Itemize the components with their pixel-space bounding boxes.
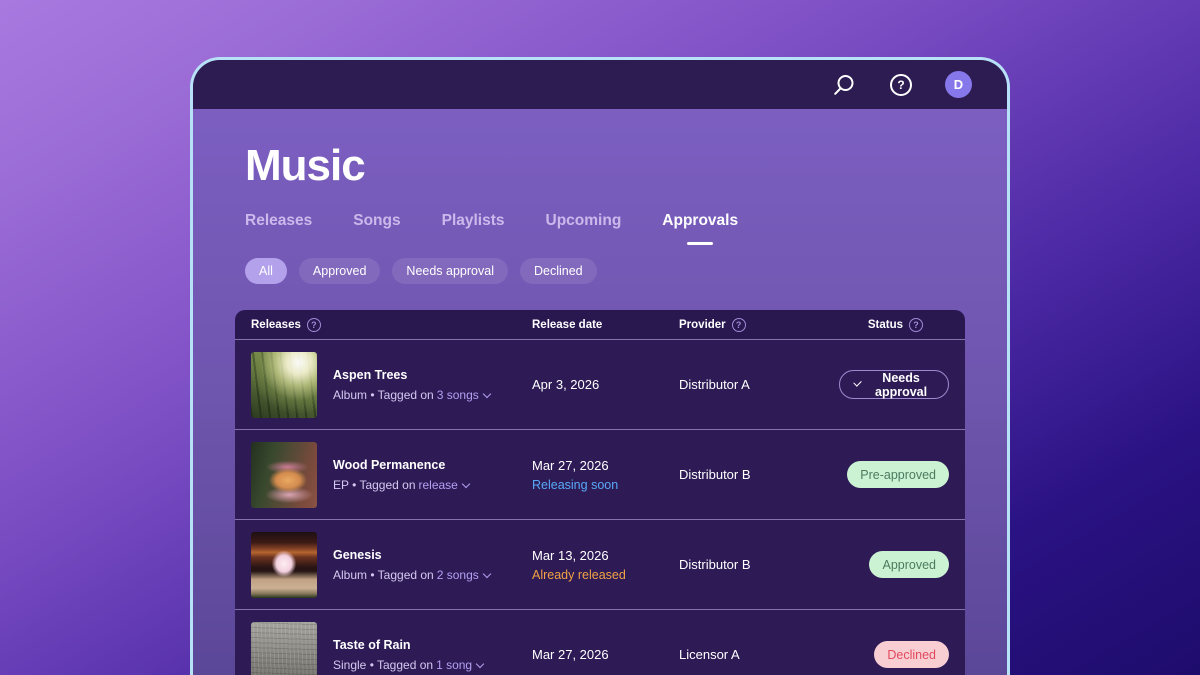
table-row: Wood Permanence EP • Tagged onrelease Ma… (235, 429, 965, 519)
release-cell: Aspen Trees Album • Tagged on3 songs (251, 352, 532, 418)
album-art (251, 442, 317, 508)
release-date-cell: Apr 3, 2026 (532, 377, 679, 392)
filter-chip-all[interactable]: All (245, 258, 287, 284)
album-art (251, 622, 317, 675)
release-subtitle-prefix: Album • Tagged on (333, 568, 434, 582)
column-header-provider-label: Provider (679, 319, 726, 331)
album-art (251, 532, 317, 598)
provider-help-icon[interactable]: ? (732, 318, 746, 332)
chevron-down-icon (483, 569, 491, 577)
search-icon[interactable] (831, 72, 857, 98)
release-date: Mar 13, 2026 (532, 548, 679, 563)
release-cell: Genesis Album • Tagged on2 songs (251, 532, 532, 598)
status-cell: Needs approval (839, 370, 949, 399)
release-date: Mar 27, 2026 (532, 647, 679, 662)
release-date-cell: Mar 27, 2026 (532, 647, 679, 662)
tab-playlists[interactable]: Playlists (442, 212, 505, 245)
page-header: Music Releases Songs Playlists Upcoming … (193, 141, 1007, 284)
tagged-song-link[interactable]: 1 song (436, 658, 483, 672)
release-date-cell: Mar 27, 2026 Releasing soon (532, 458, 679, 492)
release-info: Wood Permanence EP • Tagged onrelease (333, 458, 469, 492)
tab-bar: Releases Songs Playlists Upcoming Approv… (245, 212, 955, 245)
tab-approvals[interactable]: Approvals (662, 212, 738, 245)
release-info: Aspen Trees Album • Tagged on3 songs (333, 368, 490, 402)
tab-songs[interactable]: Songs (353, 212, 400, 245)
status-cell: Approved (839, 551, 949, 578)
filter-chip-approved[interactable]: Approved (299, 258, 381, 284)
help-icon-glyph: ? (890, 74, 912, 96)
release-cell: Taste of Rain Single • Tagged on1 song (251, 622, 532, 675)
tagged-songs-link[interactable]: 2 songs (437, 568, 490, 582)
release-date-note: Already released (532, 568, 679, 582)
needs-approval-button-label: Needs approval (869, 371, 933, 399)
table-row: Taste of Rain Single • Tagged on1 song M… (235, 609, 965, 675)
chevron-down-icon (853, 378, 862, 387)
release-date-note: Releasing soon (532, 478, 679, 492)
search-icon-glyph (832, 73, 856, 97)
table-row: Aspen Trees Album • Tagged on3 songs Apr… (235, 339, 965, 429)
status-badge: Approved (869, 551, 949, 578)
status-help-icon[interactable]: ? (909, 318, 923, 332)
page-title: Music (245, 141, 955, 191)
avatar[interactable]: D (945, 71, 972, 98)
release-cell: Wood Permanence EP • Tagged onrelease (251, 442, 532, 508)
release-subtitle: Album • Tagged on2 songs (333, 568, 490, 582)
release-subtitle-prefix: Album • Tagged on (333, 388, 434, 402)
release-subtitle-prefix: EP • Tagged on (333, 478, 416, 492)
chevron-down-icon (476, 659, 484, 667)
release-subtitle: EP • Tagged onrelease (333, 478, 469, 492)
release-date: Apr 3, 2026 (532, 377, 679, 392)
tab-upcoming[interactable]: Upcoming (546, 212, 622, 245)
status-cell: Declined (839, 641, 949, 668)
tagged-songs-link[interactable]: 3 songs (437, 388, 490, 402)
chevron-down-icon (462, 479, 470, 487)
column-header-status: Status ? (839, 318, 949, 332)
tab-releases[interactable]: Releases (245, 212, 312, 245)
needs-approval-button[interactable]: Needs approval (839, 370, 949, 399)
desktop-background: { "topbar": { "avatar_initial": "D", "he… (0, 0, 1200, 675)
column-header-provider: Provider ? (679, 318, 839, 332)
filter-chip-bar: All Approved Needs approval Declined (245, 258, 955, 284)
release-title: Aspen Trees (333, 368, 490, 382)
album-art (251, 352, 317, 418)
release-subtitle: Album • Tagged on3 songs (333, 388, 490, 402)
status-badge: Pre-approved (847, 461, 949, 488)
release-subtitle: Single • Tagged on1 song (333, 658, 483, 672)
table-header: Releases ? Release date Provider ? Statu… (235, 310, 965, 339)
table-row: Genesis Album • Tagged on2 songs Mar 13,… (235, 519, 965, 609)
release-title: Genesis (333, 548, 490, 562)
provider-cell: Licensor A (679, 647, 839, 662)
column-header-release-date: Release date (532, 319, 679, 331)
provider-cell: Distributor A (679, 377, 839, 392)
filter-chip-needs-approval[interactable]: Needs approval (392, 258, 508, 284)
status-badge: Declined (874, 641, 949, 668)
provider-cell: Distributor B (679, 557, 839, 572)
column-header-releases-label: Releases (251, 319, 301, 331)
tagged-release-link[interactable]: release (419, 478, 469, 492)
release-info: Taste of Rain Single • Tagged on1 song (333, 638, 483, 672)
approvals-table: Releases ? Release date Provider ? Statu… (235, 310, 965, 675)
status-cell: Pre-approved (839, 461, 949, 488)
chevron-down-icon (483, 389, 491, 397)
help-icon[interactable]: ? (888, 72, 914, 98)
release-date: Mar 27, 2026 (532, 458, 679, 473)
releases-help-icon[interactable]: ? (307, 318, 321, 332)
release-date-cell: Mar 13, 2026 Already released (532, 548, 679, 582)
provider-cell: Distributor B (679, 467, 839, 482)
column-header-status-label: Status (868, 319, 903, 331)
filter-chip-declined[interactable]: Declined (520, 258, 597, 284)
release-subtitle-prefix: Single • Tagged on (333, 658, 433, 672)
column-header-release-date-label: Release date (532, 319, 602, 331)
app-window: ? D Music Releases Songs Playlists Upcom… (190, 57, 1010, 675)
column-header-releases: Releases ? (251, 318, 532, 332)
release-title: Taste of Rain (333, 638, 483, 652)
release-title: Wood Permanence (333, 458, 469, 472)
release-info: Genesis Album • Tagged on2 songs (333, 548, 490, 582)
top-bar: ? D (193, 60, 1007, 109)
